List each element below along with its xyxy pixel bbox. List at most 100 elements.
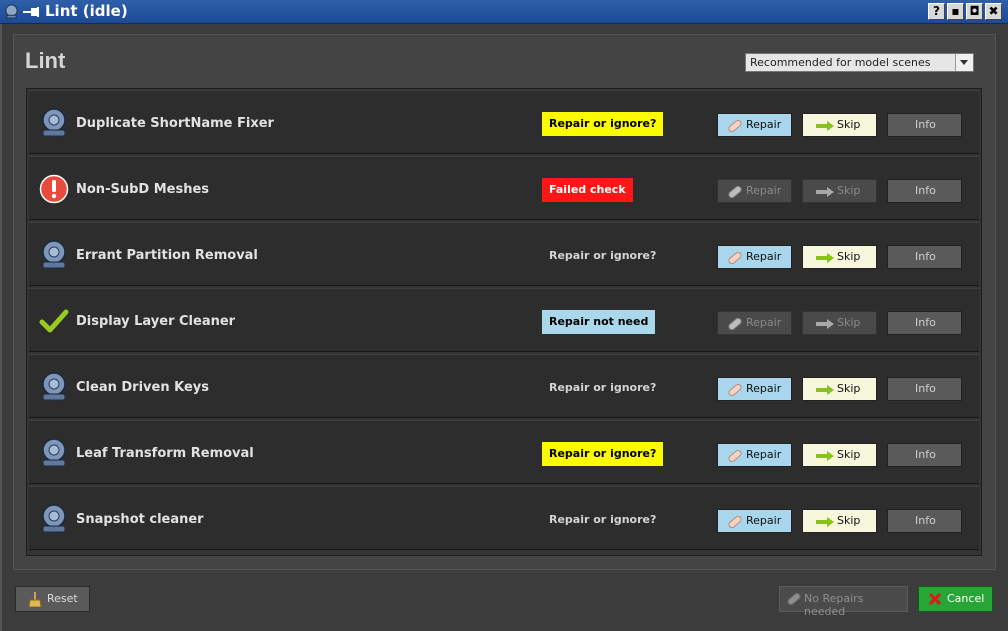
info-label: Info [915, 514, 936, 527]
lint-check-list[interactable]: Duplicate ShortName Fixer Repair or igno… [26, 88, 982, 556]
reset-button[interactable]: Reset [15, 586, 90, 612]
repair-button[interactable]: Repair [717, 179, 792, 203]
repair-label: Repair [746, 382, 782, 395]
window-title: Lint (idle) [45, 2, 128, 20]
skip-label: Skip [837, 250, 861, 263]
close-button[interactable]: ✖ [985, 3, 1002, 20]
status-badge: Repair or ignore? [549, 249, 657, 262]
skip-button[interactable]: Skip [802, 311, 877, 335]
repair-button[interactable]: Repair [717, 509, 792, 533]
page-title: Lint [25, 48, 66, 73]
arrow-right-icon [816, 187, 834, 197]
cancel-label: Cancel [947, 592, 985, 605]
skip-label: Skip [837, 448, 861, 461]
repair-label: Repair [746, 448, 782, 461]
preset-selected-value: Recommended for model scenes [750, 56, 931, 69]
info-label: Info [915, 250, 936, 263]
lint-row-leaf-transform-removal: Leaf Transform Removal Repair or ignore?… [29, 420, 979, 484]
info-button[interactable]: Info [887, 311, 962, 335]
window-title-bar[interactable]: Lint (idle) ? ▪ ◘ ✖ [0, 0, 1008, 24]
repair-button[interactable]: Repair [717, 113, 792, 137]
repair-label: Repair [746, 184, 782, 197]
lint-row-clean-driven-keys: Clean Driven Keys Repair or ignore? Repa… [29, 354, 979, 418]
checkmark-icon [39, 309, 69, 333]
lint-check-name: Snapshot cleaner [76, 512, 204, 527]
repair-button[interactable]: Repair [717, 443, 792, 467]
info-button[interactable]: Info [887, 113, 962, 137]
bell-icon [42, 108, 66, 137]
pin-icon[interactable] [22, 5, 40, 19]
skip-label: Skip [837, 118, 861, 131]
help-button[interactable]: ? [928, 3, 945, 20]
skip-label: Skip [837, 382, 861, 395]
info-button[interactable]: Info [887, 509, 962, 533]
arrow-right-icon [816, 121, 834, 131]
maximize-button[interactable]: ◘ [966, 3, 983, 20]
arrow-right-icon [816, 319, 834, 329]
bandage-icon [728, 185, 742, 199]
status-badge: Repair not need [542, 310, 656, 334]
lint-row-errant-partition-removal: Errant Partition Removal Repair or ignor… [29, 222, 979, 286]
skip-label: Skip [837, 514, 861, 527]
bandage-icon [728, 383, 742, 397]
arrow-right-icon [816, 451, 834, 461]
lint-check-name: Duplicate ShortName Fixer [76, 116, 274, 131]
minimize-button[interactable]: ▪ [947, 3, 964, 20]
bell-icon [42, 240, 66, 269]
close-x-icon [928, 592, 942, 606]
repair-label: Repair [746, 250, 782, 263]
lint-check-name: Errant Partition Removal [76, 248, 258, 263]
repair-label: Repair [746, 316, 782, 329]
skip-label: Skip [837, 316, 861, 329]
lint-check-name: Non-SubD Meshes [76, 182, 210, 197]
lint-row-non-subd-meshes: Non-SubD Meshes Failed check Repair Skip… [29, 156, 979, 220]
skip-button[interactable]: Skip [802, 179, 877, 203]
repair-label: Repair [746, 118, 782, 131]
skip-label: Skip [837, 184, 861, 197]
bell-icon [42, 372, 66, 401]
no-repairs-label: No Repairs needed [804, 592, 864, 618]
skip-button[interactable]: Skip [802, 377, 877, 401]
status-badge: Repair or ignore? [542, 112, 664, 136]
info-label: Info [915, 382, 936, 395]
info-button[interactable]: Info [887, 377, 962, 401]
bell-icon [42, 438, 66, 467]
lint-row-snapshot-cleaner: Snapshot cleaner Repair or ignore? Repai… [29, 486, 979, 550]
arrow-right-icon [816, 517, 834, 527]
lint-row-duplicate-shortname-fixer: Duplicate ShortName Fixer Repair or igno… [29, 90, 979, 154]
lint-check-name: Leaf Transform Removal [76, 446, 254, 461]
reset-label: Reset [47, 592, 78, 605]
chevron-down-icon[interactable] [955, 54, 973, 71]
lint-check-name: Clean Driven Keys [76, 380, 209, 395]
info-button[interactable]: Info [887, 179, 962, 203]
bandage-icon [728, 251, 742, 265]
cancel-button[interactable]: Cancel [918, 586, 993, 612]
skip-button[interactable]: Skip [802, 443, 877, 467]
arrow-right-icon [816, 253, 834, 263]
arrow-right-icon [816, 385, 834, 395]
info-button[interactable]: Info [887, 245, 962, 269]
repair-button[interactable]: Repair [717, 311, 792, 335]
lint-row-display-layer-cleaner: Display Layer Cleaner Repair not need Re… [29, 288, 979, 352]
status-badge: Repair or ignore? [549, 513, 657, 526]
app-bell-icon[interactable] [4, 4, 19, 19]
skip-button[interactable]: Skip [802, 245, 877, 269]
bandage-icon [728, 515, 742, 529]
repair-button[interactable]: Repair [717, 377, 792, 401]
info-label: Info [915, 448, 936, 461]
bell-icon [42, 504, 66, 533]
info-button[interactable]: Info [887, 443, 962, 467]
status-badge: Repair or ignore? [542, 442, 664, 466]
bandage-icon [728, 449, 742, 463]
repair-button[interactable]: Repair [717, 245, 792, 269]
info-label: Info [915, 118, 936, 131]
skip-button[interactable]: Skip [802, 113, 877, 137]
info-label: Info [915, 184, 936, 197]
skip-button[interactable]: Skip [802, 509, 877, 533]
lint-check-name: Display Layer Cleaner [76, 314, 236, 329]
no-repairs-needed-button[interactable]: No Repairs needed [779, 586, 908, 618]
status-badge: Repair or ignore? [549, 381, 657, 394]
preset-dropdown[interactable]: Recommended for model scenes [745, 53, 974, 72]
status-badge: Failed check [542, 178, 633, 202]
bandage-icon [787, 592, 801, 606]
